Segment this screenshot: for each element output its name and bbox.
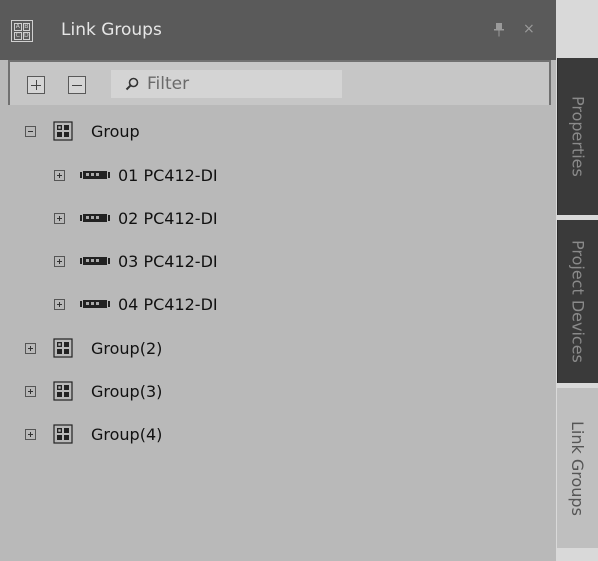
group-label: Group [91,121,140,141]
link-groups-panel: A B C D Link Groups × Filter Group 01 PC… [0,0,556,561]
tree-group-row[interactable]: Group(3) [25,375,162,407]
panel-titlebar: A B C D Link Groups × [0,0,556,60]
device-label: 04 PC412-DI [118,294,218,314]
group-icon [53,381,73,401]
pin-icon[interactable] [493,23,505,37]
amplifier-device-icon [80,214,110,222]
tree-device-row[interactable]: 02 PC412-DI [54,202,218,234]
search-icon [125,77,139,91]
tab-label: Link Groups [568,420,587,516]
panel-toolbar [8,60,551,105]
tab-link-groups[interactable]: Link Groups [557,388,598,548]
tree-device-row[interactable]: 03 PC412-DI [54,245,218,277]
expand-toggle-icon[interactable] [54,169,65,181]
device-label: 02 PC412-DI [118,208,218,228]
tab-project-devices[interactable]: Project Devices [557,220,598,383]
tree-device-row[interactable]: 01 PC412-DI [54,159,218,191]
side-tab-strip: Properties Project Devices Link Groups [556,0,598,561]
tab-properties[interactable]: Properties [557,58,598,215]
collapse-all-button[interactable] [68,76,86,94]
device-label: 01 PC412-DI [118,165,218,185]
group-icon [53,121,73,141]
collapse-toggle-icon[interactable] [25,125,36,137]
expand-toggle-icon[interactable] [25,428,36,440]
expand-toggle-icon[interactable] [25,342,36,354]
group-label: Group(3) [91,381,163,401]
close-icon[interactable]: × [523,22,535,36]
tree-group-row[interactable]: Group [25,115,140,147]
group-label: Group(4) [91,424,163,444]
group-label: Group(2) [91,338,163,358]
expand-toggle-icon[interactable] [54,212,65,224]
amplifier-device-icon [80,171,110,179]
filter-input[interactable] [143,72,341,96]
expand-all-button[interactable] [27,76,45,94]
group-icon [53,338,73,358]
panel-title: Link Groups [61,20,162,40]
icon-letter: B [22,23,30,31]
expand-toggle-icon[interactable] [54,298,65,310]
amplifier-device-icon [80,300,110,308]
expand-toggle-icon[interactable] [54,255,65,267]
tree-device-row[interactable]: 04 PC412-DI [54,288,218,320]
filter-box[interactable] [111,70,342,98]
device-label: 03 PC412-DI [118,251,218,271]
tab-label: Project Devices [568,240,588,363]
link-groups-icon: A B C D [11,20,33,42]
tab-label: Properties [568,96,588,177]
expand-toggle-icon[interactable] [25,385,36,397]
group-icon [53,424,73,444]
amplifier-device-icon [80,257,110,265]
icon-letter: A [14,23,22,31]
tree-group-row[interactable]: Group(4) [25,418,162,450]
icon-letter: D [22,32,30,40]
tree-group-row[interactable]: Group(2) [25,332,162,364]
icon-letter: C [14,32,22,40]
